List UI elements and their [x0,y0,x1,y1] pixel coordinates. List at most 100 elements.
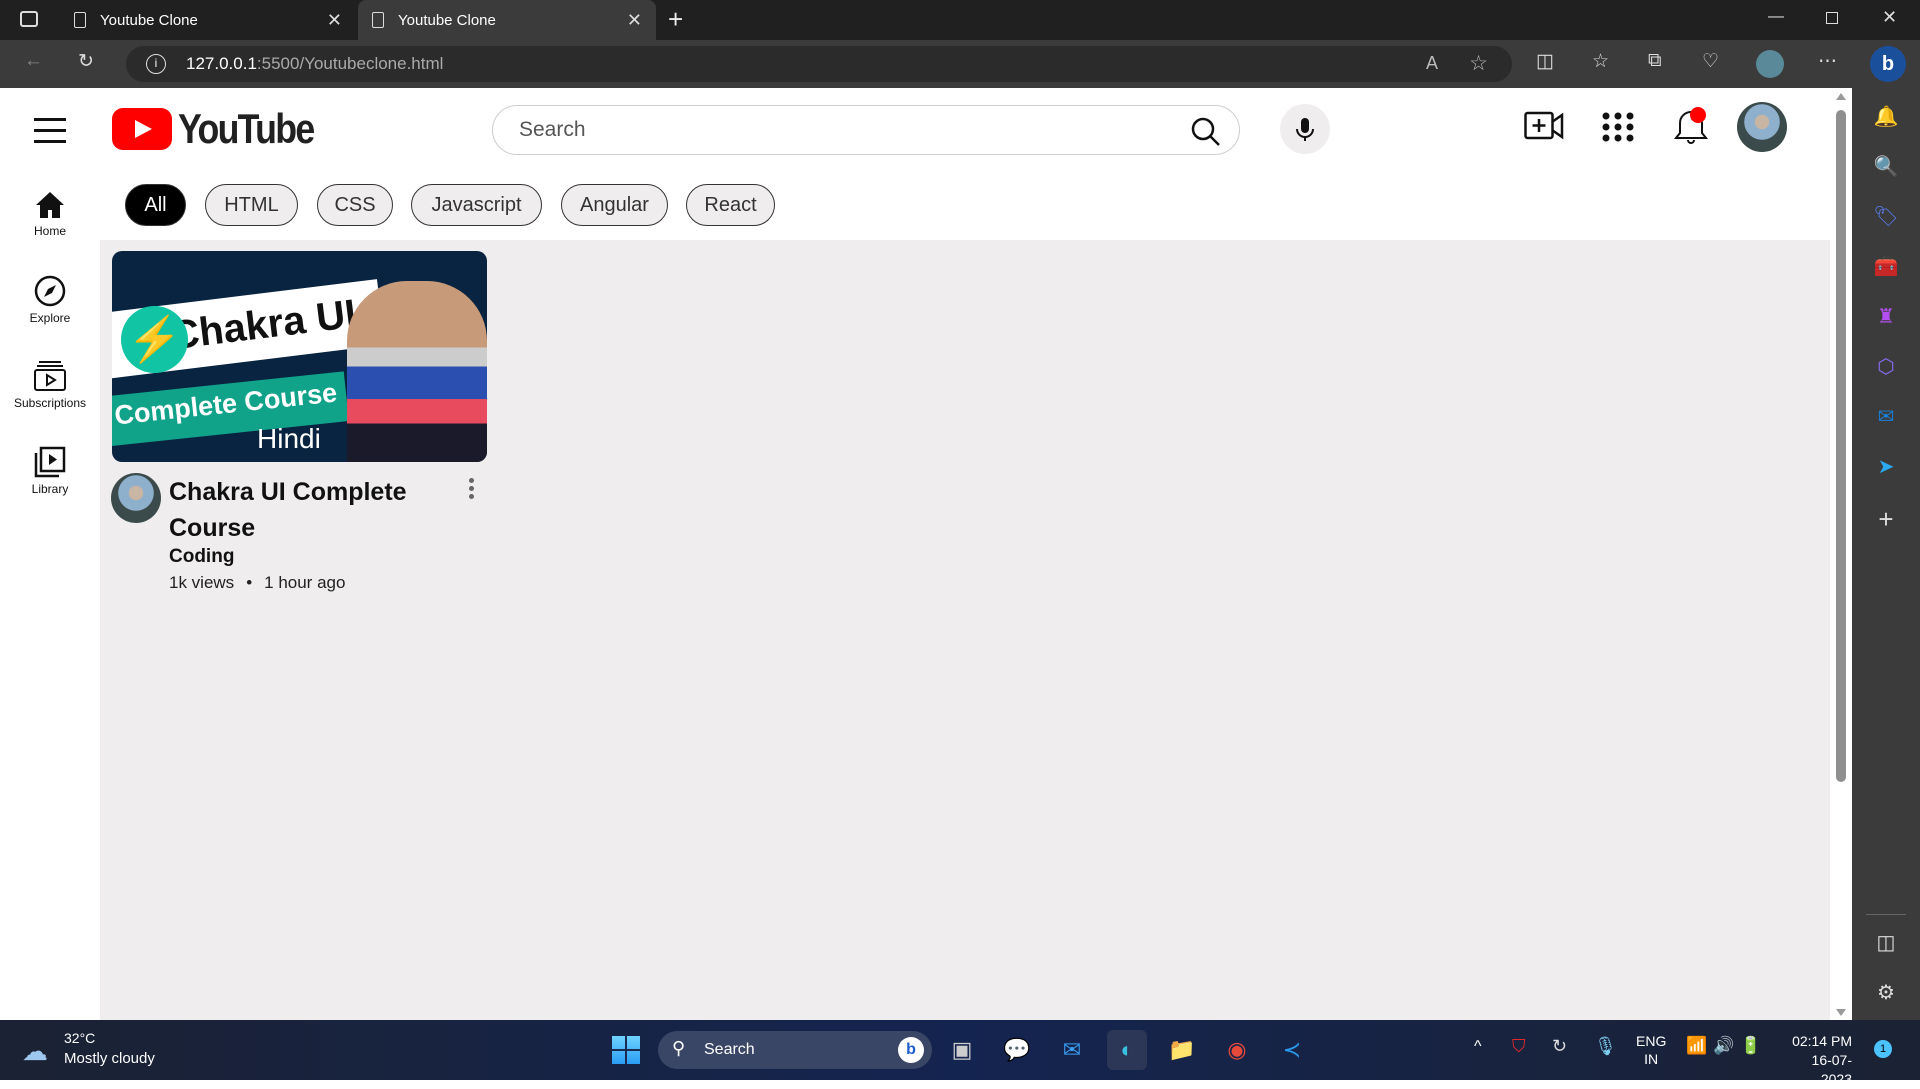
chip-react[interactable]: React [686,184,775,226]
add-sidebar-app-icon[interactable]: + [1852,504,1920,535]
sync-icon[interactable]: ↻ [1552,1036,1567,1057]
restore-button[interactable] [1826,12,1838,24]
presenter-photo [347,281,487,462]
chrome-icon[interactable]: ◉ [1217,1030,1257,1070]
address-bar[interactable]: i 127.0.0.1:5500/Youtubeclone.html A ☆ [126,46,1512,82]
scroll-thumb[interactable] [1836,110,1846,782]
tab-actions-icon[interactable] [20,11,38,27]
edge-browser-icon[interactable]: ◐ [1107,1030,1147,1070]
show-hidden-icons[interactable]: ^ [1474,1038,1482,1056]
health-icon[interactable]: ♡ [1702,50,1719,73]
weather-desc[interactable]: Mostly cloudy [64,1050,155,1067]
chip-css[interactable]: CSS [317,184,393,226]
refresh-icon[interactable]: ↻ [78,50,94,73]
teams-chat-icon[interactable]: 💬 [997,1030,1037,1070]
channel-avatar[interactable] [111,473,161,523]
thumbnail-language: Hindi [257,423,321,454]
microphone-tray-icon[interactable]: 🎙 [1594,1036,1617,1057]
settings-gear-icon[interactable]: ⚙ [1852,980,1920,1005]
telegram-icon[interactable]: ➤ [1852,454,1920,479]
video-title[interactable]: Chakra UI Complete Course [169,474,449,546]
chip-javascript[interactable]: Javascript [411,184,542,226]
create-video-icon[interactable] [1524,111,1564,141]
sidebar-item-explore[interactable]: Explore [0,275,100,325]
voice-search-button[interactable] [1280,104,1330,154]
weather-cloud-icon[interactable]: ☁ [22,1036,48,1067]
notifications-bell-icon[interactable] [1672,106,1710,146]
mail-icon[interactable]: ✉ [1052,1030,1092,1070]
task-view-icon[interactable]: ▣ [942,1030,982,1070]
lang-code: ENG [1636,1033,1667,1049]
clock[interactable]: 02:14 PM 16-07-2023 [1782,1032,1852,1089]
youtube-logo[interactable]: YouTube [112,105,337,153]
time: 02:14 PM [1792,1033,1852,1049]
sidebar-label: Library [31,482,69,496]
notifications-icon[interactable]: 🔔 [1852,104,1920,129]
tools-icon[interactable]: 🧰 [1852,254,1920,279]
video-thumbnail[interactable]: Chakra UI ⚡ Complete Course Hindi [112,251,487,462]
page-scrollbar[interactable] [1832,88,1850,1020]
edge-sidebar: 🔔 🔍 🏷 🧰 ♜ ⬡ ✉ ➤ + ◫ ⚙ [1852,88,1920,1020]
sidebar-item-subscriptions[interactable]: Subscriptions [0,360,100,410]
read-aloud-icon[interactable]: A [1426,53,1438,74]
network-volume-battery-icons[interactable]: 📶🔊🔋 [1686,1036,1768,1056]
bing-copilot-icon[interactable]: b [1870,46,1906,82]
channel-name[interactable]: Coding [169,546,234,568]
chip-all[interactable]: All [125,184,186,226]
new-tab-button[interactable]: + [668,4,683,35]
compass-icon [34,275,66,307]
url-path: :5500/Youtubeclone.html [256,54,444,73]
hide-sidebar-icon[interactable]: ◫ [1852,930,1920,955]
office-icon[interactable]: ⬡ [1852,354,1920,379]
hamburger-menu-icon[interactable] [34,118,66,143]
search-icon[interactable] [1191,117,1221,147]
tab-2-active[interactable]: Youtube Clone ✕ [358,0,656,40]
url-host: 127.0.0.1 [186,54,257,73]
chip-angular[interactable]: Angular [561,184,668,226]
notification-badge[interactable]: 1 [1874,1040,1892,1058]
search-input[interactable]: Search [492,105,1240,155]
games-icon[interactable]: ♜ [1852,304,1920,329]
microphone-icon [1296,118,1314,141]
favorite-star-icon[interactable]: ☆ [1469,51,1488,76]
more-icon[interactable]: ⋯ [1818,50,1837,73]
scroll-down-arrow[interactable] [1836,1009,1846,1016]
profile-avatar[interactable] [1756,50,1784,78]
back-icon[interactable]: ← [24,50,43,72]
weather-temp[interactable]: 32°C [64,1030,95,1046]
favorites-icon[interactable]: ☆ [1592,50,1609,73]
upload-age: 1 hour ago [264,573,346,592]
language-indicator[interactable]: ENG IN [1636,1032,1666,1068]
close-tab-icon[interactable]: ✕ [627,10,642,31]
scroll-up-arrow[interactable] [1836,93,1846,100]
sidebar-item-library[interactable]: Library [0,446,100,496]
minimize-button[interactable]: — [1768,8,1784,26]
home-icon [36,192,64,218]
taskbar-search[interactable]: ⚲ Search b [658,1031,932,1069]
outlook-icon[interactable]: ✉ [1852,404,1920,429]
notification-dot [1690,107,1706,123]
start-windows-icon[interactable] [606,1030,646,1070]
windows-taskbar: ☁ 32°C Mostly cloudy ⚲ Search b ▣ 💬 ✉ ◐ … [0,1020,1920,1087]
close-window-button[interactable]: ✕ [1882,7,1897,28]
browser-tab-bar: Youtube Clone ✕ Youtube Clone ✕ + — ✕ [0,0,1920,40]
divider [1866,914,1906,915]
chip-html[interactable]: HTML [205,184,298,226]
tab-1[interactable]: Youtube Clone ✕ [60,0,356,40]
close-tab-icon[interactable]: ✕ [327,10,342,31]
more-options-icon[interactable] [465,478,477,499]
tab-title: Youtube Clone [398,11,496,29]
file-explorer-icon[interactable]: 📁 [1162,1030,1202,1070]
split-screen-icon[interactable]: ◫ [1536,50,1554,73]
user-avatar[interactable] [1737,102,1787,152]
search-icon: ⚲ [672,1038,686,1058]
shopping-tag-icon[interactable]: 🏷 [1852,204,1920,229]
view-count: 1k views [169,573,235,592]
apps-grid-icon[interactable] [1602,112,1634,142]
info-icon[interactable]: i [146,54,166,74]
sidebar-item-home[interactable]: Home [0,190,100,238]
collections-icon[interactable]: ⧉ [1648,50,1662,72]
vscode-icon[interactable]: ≺ [1272,1030,1312,1070]
mcafee-icon[interactable]: ⛉ [1512,1036,1526,1057]
search-sidebar-icon[interactable]: 🔍 [1852,154,1920,179]
